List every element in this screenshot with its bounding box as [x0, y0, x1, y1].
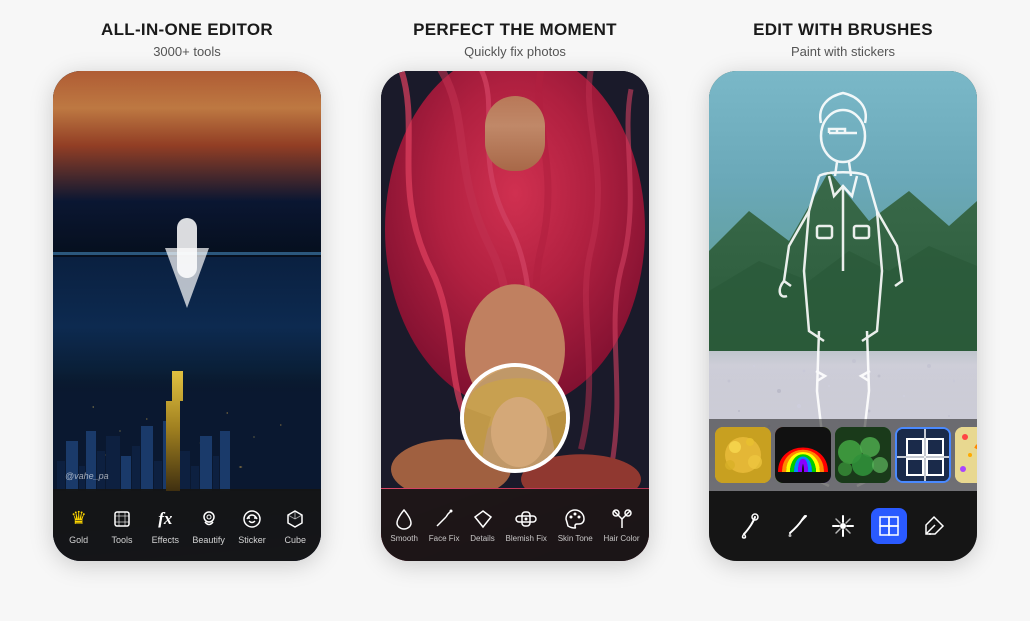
- tool-hair-color[interactable]: Hair Color: [604, 507, 640, 543]
- phone3-background: [709, 71, 977, 561]
- tool-skin-tone[interactable]: Skin Tone: [558, 507, 593, 543]
- app-container: ALL-IN-ONE EDITOR 3000+ tools: [0, 0, 1030, 621]
- bandage-icon: [514, 507, 538, 531]
- phone-frame-3: [709, 71, 977, 561]
- smooth-label: Smooth: [390, 534, 418, 543]
- palette-icon: [563, 507, 587, 531]
- confetti-brush-preview: [955, 427, 977, 483]
- building: [106, 436, 120, 491]
- panel2-subtitle: Quickly fix photos: [464, 44, 566, 59]
- brush-gold[interactable]: [715, 427, 771, 483]
- tool-tools[interactable]: Tools: [102, 506, 142, 545]
- phone1-toolbar: ♛ Gold: [53, 489, 321, 561]
- building: [141, 426, 153, 491]
- building: [154, 461, 162, 491]
- tool-effects-label: Effects: [152, 535, 179, 545]
- tool-blemish-fix[interactable]: Blemish Fix: [506, 507, 547, 543]
- tool-gold-label: Gold: [69, 535, 88, 545]
- brush-icon-1[interactable]: [734, 508, 770, 544]
- inset-svg: [464, 367, 566, 469]
- brush-green[interactable]: [835, 427, 891, 483]
- panel-all-in-one: ALL-IN-ONE EDITOR 3000+ tools: [32, 20, 342, 561]
- scissors-icon: [610, 507, 634, 531]
- green-brush-preview: [835, 427, 891, 483]
- diamond-icon: [471, 507, 495, 531]
- tower: [166, 401, 180, 491]
- panel1-subtitle: 3000+ tools: [153, 44, 221, 59]
- details-label: Details: [470, 534, 494, 543]
- phone-frame-1: @vahe_pa ♛ Gold: [53, 71, 321, 561]
- sticker-icon: [239, 506, 265, 532]
- panel3-subtitle: Paint with stickers: [791, 44, 895, 59]
- tool-sticker[interactable]: Sticker: [232, 506, 272, 545]
- panel3-title: EDIT With BRUSHES: [753, 20, 933, 40]
- building: [57, 461, 65, 491]
- panel-edit-brushes: EDIT With BRUSHES Paint with stickers: [688, 20, 998, 561]
- phone2-toolbar: Smooth Face Fix: [381, 489, 649, 561]
- panel1-title: ALL-IN-ONE EDITOR: [101, 20, 273, 40]
- brush-icon-2[interactable]: [779, 508, 815, 544]
- beautify-icon: [196, 506, 222, 532]
- building: [66, 441, 78, 491]
- circle-inset-photo: [460, 363, 570, 473]
- hair-color-label: Hair Color: [604, 534, 640, 543]
- phone2-background: Smooth Face Fix: [381, 71, 649, 561]
- phone3-toolbar: [709, 491, 977, 561]
- hair-photo: Smooth Face Fix: [381, 71, 649, 561]
- watermark: @vahe_pa: [65, 471, 109, 481]
- building: [180, 451, 190, 491]
- figure-dress: [165, 248, 209, 308]
- brush-confetti[interactable]: [955, 427, 977, 483]
- tool-smooth[interactable]: Smooth: [390, 507, 418, 543]
- building: [200, 436, 212, 491]
- skin-tone-label: Skin Tone: [558, 534, 593, 543]
- building: [191, 466, 199, 491]
- tool-cube[interactable]: Cube: [275, 506, 315, 545]
- brush-selected[interactable]: [895, 427, 951, 483]
- person-face: [485, 96, 545, 171]
- figure: [157, 218, 217, 318]
- rainbow-brush-preview: [775, 427, 831, 483]
- selected-brush-preview: [897, 429, 951, 483]
- building: [121, 456, 131, 491]
- phone1-background: @vahe_pa ♛ Gold: [53, 71, 321, 561]
- tower-tip: [172, 371, 183, 401]
- building: [220, 431, 230, 491]
- drop-icon: [392, 507, 416, 531]
- blemish-fix-label: Blemish Fix: [506, 534, 547, 543]
- tool-gold[interactable]: ♛ Gold: [59, 506, 99, 545]
- sparkle-icon[interactable]: [825, 508, 861, 544]
- inset-face: [464, 367, 566, 469]
- wand-icon: [432, 507, 456, 531]
- cube-icon: [282, 506, 308, 532]
- stamp-icon[interactable]: [871, 508, 907, 544]
- panel2-title: PERFECT THE MOMENT: [413, 20, 617, 40]
- brush-strip: [709, 419, 977, 491]
- tool-sticker-label: Sticker: [238, 535, 266, 545]
- brush-rainbow[interactable]: [775, 427, 831, 483]
- building: [86, 431, 96, 491]
- gold-brush-preview: [715, 427, 771, 483]
- building: [132, 446, 140, 491]
- eraser-icon[interactable]: [916, 508, 952, 544]
- tool-details[interactable]: Details: [470, 507, 494, 543]
- tool-beautify[interactable]: Beautify: [189, 506, 229, 545]
- panel-perfect-moment: PERFECT THE MOMENT Quickly fix photos: [360, 20, 670, 561]
- tool-cube-label: Cube: [285, 535, 307, 545]
- tool-tools-label: Tools: [111, 535, 132, 545]
- tool-face-fix[interactable]: Face Fix: [429, 507, 460, 543]
- tool-effects[interactable]: fx Effects: [145, 506, 185, 545]
- crown-icon: ♛: [66, 506, 92, 532]
- face-fix-label: Face Fix: [429, 534, 460, 543]
- fx-icon: fx: [152, 506, 178, 532]
- tool-beautify-label: Beautify: [192, 535, 225, 545]
- phone-frame-2: Smooth Face Fix: [381, 71, 649, 561]
- crop-icon: [109, 506, 135, 532]
- building: [213, 456, 219, 491]
